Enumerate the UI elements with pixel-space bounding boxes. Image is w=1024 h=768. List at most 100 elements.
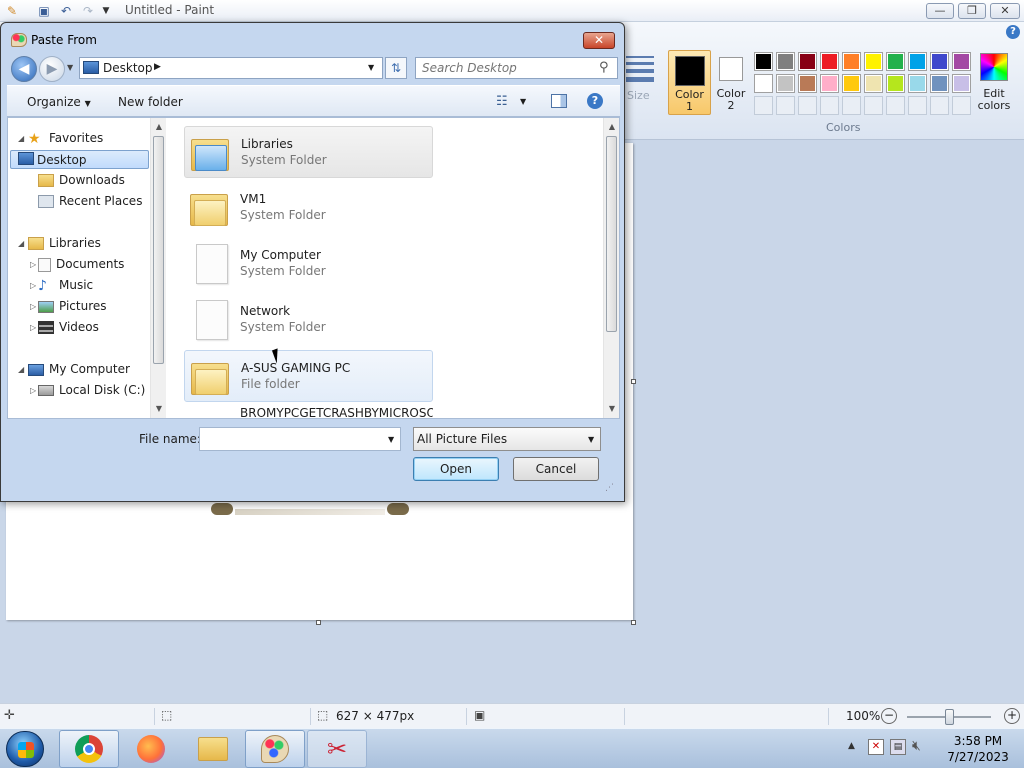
edit-colors-button[interactable]: Edit colors [974,50,1014,115]
zoom-slider-thumb[interactable] [945,709,954,725]
custom-color-slot[interactable] [886,96,905,115]
palette-color-swatch[interactable] [798,52,817,71]
nav-documents[interactable]: Documents [38,255,124,274]
taskbar-snipping-tool[interactable]: ✂ [307,730,367,768]
minimize-button[interactable]: — [926,3,954,19]
color2-button[interactable]: Color 2 [713,50,749,115]
nav-downloads[interactable]: Downloads [38,171,125,190]
address-text[interactable]: Desktop [103,61,153,75]
palette-color-swatch[interactable] [864,52,883,71]
taskbar-firefox[interactable] [121,730,181,768]
palette-color-swatch[interactable] [886,52,905,71]
palette-color-swatch[interactable] [820,52,839,71]
pictures-expand-icon[interactable]: ▷ [30,302,36,311]
custom-color-slot[interactable] [842,96,861,115]
videos-expand-icon[interactable]: ▷ [30,323,36,332]
preview-pane-icon[interactable] [551,94,567,108]
nav-scroll-thumb[interactable] [153,136,164,364]
palette-color-swatch[interactable] [952,74,971,93]
dialog-close-button[interactable]: ✕ [583,32,615,49]
palette-color-swatch[interactable] [952,52,971,71]
palette-color-swatch[interactable] [776,52,795,71]
new-folder-button[interactable]: New folder [118,95,183,109]
color1-button[interactable]: Color 1 [668,50,711,115]
start-button[interactable] [6,731,44,767]
file-type-select[interactable]: All Picture Files ▼ [413,427,601,451]
custom-color-slot[interactable] [864,96,883,115]
zoom-in-button[interactable]: + [1004,708,1020,724]
nav-local-disk[interactable]: Local Disk (C:) [38,381,145,400]
list-scroll-thumb[interactable] [606,136,617,332]
custom-color-slot[interactable] [820,96,839,115]
file-list-scrollbar[interactable]: ▲ ▼ [603,118,619,418]
nav-scroll-up-icon[interactable]: ▲ [151,122,167,131]
nav-music[interactable]: ♪ Music [38,276,93,295]
customize-qat-icon[interactable]: ▼ [98,3,114,19]
music-expand-icon[interactable]: ▷ [30,281,36,290]
volume-muted-icon[interactable]: 🔇︎ [912,738,921,754]
clock-date[interactable]: 7/27/2023 [946,750,1010,764]
file-name-field[interactable]: ▼ [199,427,401,451]
palette-color-swatch[interactable] [842,74,861,93]
palette-color-swatch[interactable] [776,74,795,93]
address-bar[interactable]: Desktop ▶ ▼ [79,57,383,79]
address-dropdown-icon[interactable]: ▼ [368,63,374,72]
nav-desktop[interactable]: Desktop [10,150,149,169]
list-item[interactable]: Network System Folder [184,294,433,346]
organize-button[interactable]: Organize ▼ [27,95,91,109]
palette-color-swatch[interactable] [908,74,927,93]
resize-handle-bottom[interactable] [316,620,321,625]
paint-close-button[interactable]: ✕ [990,3,1020,19]
nav-libraries[interactable]: Libraries [28,234,101,253]
list-item[interactable]: BROMYPCGETCRASHBYMICROSO [184,406,433,418]
taskbar-chrome[interactable] [59,730,119,768]
palette-color-swatch[interactable] [754,52,773,71]
palette-color-swatch[interactable] [820,74,839,93]
dialog-help-icon[interactable]: ? [587,93,603,109]
favorites-collapse-icon[interactable]: ◢ [18,134,24,143]
custom-color-slot[interactable] [908,96,927,115]
help-icon[interactable]: ? [1006,25,1020,39]
palette-color-swatch[interactable] [886,74,905,93]
nav-videos[interactable]: Videos [38,318,99,337]
custom-color-slot[interactable] [754,96,773,115]
list-scroll-up-icon[interactable]: ▲ [604,122,620,131]
clock-time[interactable]: 3:58 PM [946,734,1010,748]
taskbar-paint[interactable] [245,730,305,768]
refresh-button[interactable]: ⇅ [385,57,407,79]
nav-recent-places[interactable]: Recent Places [38,192,142,211]
libraries-collapse-icon[interactable]: ◢ [18,239,24,248]
list-item[interactable]: Libraries System Folder [184,126,433,178]
nav-scroll-down-icon[interactable]: ▼ [151,404,167,413]
palette-color-swatch[interactable] [754,74,773,93]
list-item[interactable]: VM1 System Folder [184,182,433,234]
nav-my-computer[interactable]: My Computer [28,360,130,379]
nav-pictures[interactable]: Pictures [38,297,107,316]
save-icon[interactable]: ▣ [36,3,52,19]
size-lines-icon[interactable] [626,52,654,82]
views-dropdown-icon[interactable]: ▼ [520,97,526,106]
open-button[interactable]: Open [413,457,499,481]
list-item[interactable]: A-SUS GAMING PC File folder [184,350,433,402]
list-item[interactable]: My Computer System Folder [184,238,433,290]
file-type-dropdown-icon[interactable]: ▼ [588,435,594,444]
my-computer-collapse-icon[interactable]: ◢ [18,365,24,374]
search-box[interactable]: ⚲ [415,57,618,79]
nav-tree-scrollbar[interactable]: ▲ ▼ [150,118,166,418]
nav-favorites[interactable]: ★ Favorites [28,129,103,148]
documents-expand-icon[interactable]: ▷ [30,260,36,269]
list-scroll-down-icon[interactable]: ▼ [604,404,620,413]
custom-color-slot[interactable] [930,96,949,115]
palette-color-swatch[interactable] [908,52,927,71]
recent-pages-dropdown[interactable]: ▼ [67,63,73,72]
views-icon[interactable]: ☷ [496,94,508,109]
undo-icon[interactable]: ↶ [58,3,74,19]
back-button[interactable]: ◀ [11,56,37,82]
local-disk-expand-icon[interactable]: ▷ [30,386,36,395]
palette-color-swatch[interactable] [930,74,949,93]
resize-handle-corner[interactable] [631,620,636,625]
palette-color-swatch[interactable] [864,74,883,93]
paint-app-icon[interactable]: ✎ [4,3,20,19]
taskbar-explorer[interactable] [183,730,243,768]
custom-color-slot[interactable] [952,96,971,115]
